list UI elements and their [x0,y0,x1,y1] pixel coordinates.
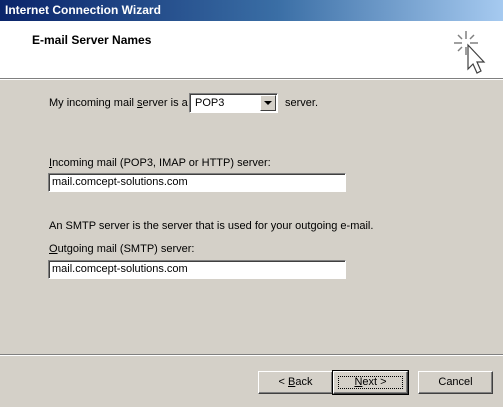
incoming-server-field[interactable]: mail.comcept-solutions.com [48,173,346,192]
wizard-window: Internet Connection Wizard E-mail Server… [0,0,503,407]
cancel-button-label: Cancel [438,376,473,388]
incoming-type-label: My incoming mail server is a [49,97,188,109]
page-title: E-mail Server Names [32,33,152,47]
incoming-server-label: Incoming mail (POP3, IMAP or HTTP) serve… [49,157,271,169]
smtp-info-text: An SMTP server is the server that is use… [49,220,374,232]
outgoing-server-field[interactable]: mail.comcept-solutions.com [48,260,346,279]
server-type-select[interactable]: POP3 [189,93,278,113]
server-type-suffix: server. [285,97,319,109]
outgoing-server-label: Outgoing mail (SMTP) server: [49,243,195,255]
footer-divider-highlight [0,355,503,356]
title-bar[interactable]: Internet Connection Wizard [0,0,503,21]
back-button[interactable]: < Back [258,371,333,394]
server-type-value: POP3 [195,97,225,109]
back-button-label: < Back [278,376,313,388]
next-button[interactable]: Next > [332,370,409,395]
wizard-wand-icon [454,31,486,74]
cancel-button[interactable]: Cancel [418,371,493,394]
window-title: Internet Connection Wizard [5,3,161,17]
chevron-down-icon[interactable] [260,95,276,111]
next-button-label: Next > [354,376,387,388]
header-divider-highlight [0,79,503,80]
wizard-header: E-mail Server Names [0,21,503,78]
